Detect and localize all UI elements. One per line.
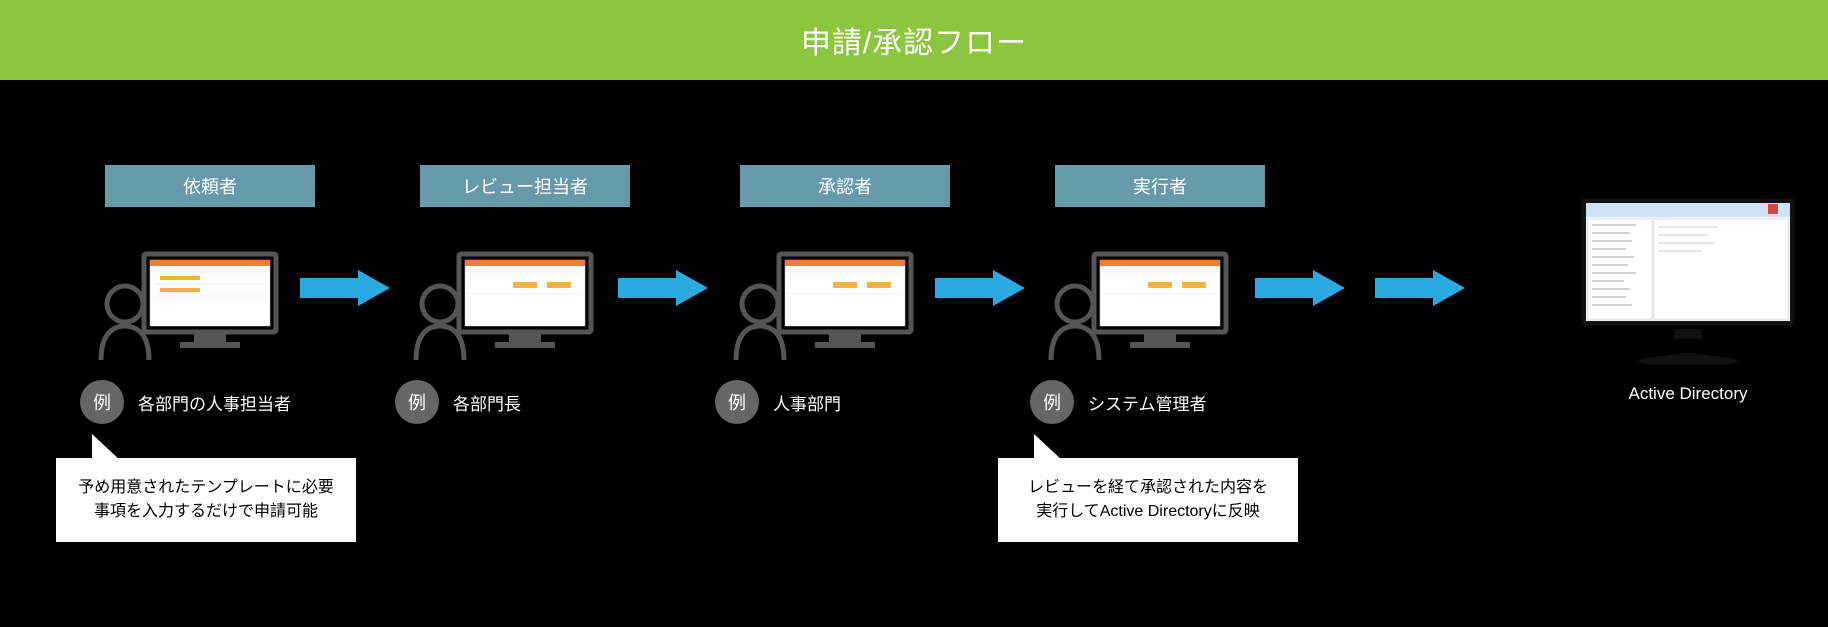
monitor-icon: [455, 250, 595, 360]
example-badge: 例: [715, 380, 759, 424]
example-row: 例 各部門長: [395, 380, 655, 424]
role-label: 実行者: [1133, 173, 1187, 199]
example-text: システム管理者: [1088, 390, 1207, 415]
callout-tail: [1034, 434, 1064, 462]
example-text: 各部門の人事担当者: [138, 390, 291, 415]
banner: 申請/承認フロー: [0, 0, 1828, 80]
example-row: 例 人事部門: [715, 380, 975, 424]
flow-area: 依頼者: [0, 80, 1828, 627]
monitor-icon: [140, 250, 280, 360]
workstation-icon: [410, 230, 640, 360]
example-text: 人事部門: [773, 390, 841, 415]
final-label: Active Directory: [1578, 384, 1798, 404]
arrow-icon: [1375, 270, 1465, 306]
workstation-icon: [730, 230, 960, 360]
example-badge: 例: [1030, 380, 1074, 424]
monitor-icon: [775, 250, 915, 360]
arrow-icon: [618, 270, 708, 306]
person-icon: [730, 280, 790, 360]
role-box: 承認者: [740, 165, 950, 207]
callout-right: レビューを経て承認された内容を実行してActive Directoryに反映: [998, 458, 1298, 542]
ad-monitor-icon: [1578, 195, 1798, 365]
role-box: 依頼者: [105, 165, 315, 207]
monitor-icon: [1090, 250, 1230, 360]
role-box: レビュー担当者: [420, 165, 630, 207]
example-badge: 例: [395, 380, 439, 424]
workstation-icon: [95, 230, 325, 360]
person-icon: [95, 280, 155, 360]
role-label: 承認者: [818, 173, 872, 199]
example-row: 例 システム管理者: [1030, 380, 1290, 424]
arrow-icon: [935, 270, 1025, 306]
arrow-icon: [1255, 270, 1345, 306]
callout-text: 予め用意されたテンプレートに必要事項を入力するだけで申請可能: [78, 479, 334, 520]
person-icon: [410, 280, 470, 360]
final-target: Active Directory: [1578, 195, 1798, 404]
page: 申請/承認フロー 依頼者: [0, 0, 1828, 627]
role-label: 依頼者: [183, 173, 237, 199]
workstation-icon: [1045, 230, 1275, 360]
arrow-icon: [300, 270, 390, 306]
role-label: レビュー担当者: [462, 173, 588, 199]
role-box: 実行者: [1055, 165, 1265, 207]
callout-text: レビューを経て承認された内容を実行してActive Directoryに反映: [1028, 479, 1268, 520]
person-icon: [1045, 280, 1105, 360]
example-text: 各部門長: [453, 390, 521, 415]
callout-left: 予め用意されたテンプレートに必要事項を入力するだけで申請可能: [56, 458, 356, 542]
callout-tail: [92, 434, 122, 462]
example-badge: 例: [80, 380, 124, 424]
example-row: 例 各部門の人事担当者: [80, 380, 340, 424]
banner-title: 申請/承認フロー: [801, 18, 1027, 62]
